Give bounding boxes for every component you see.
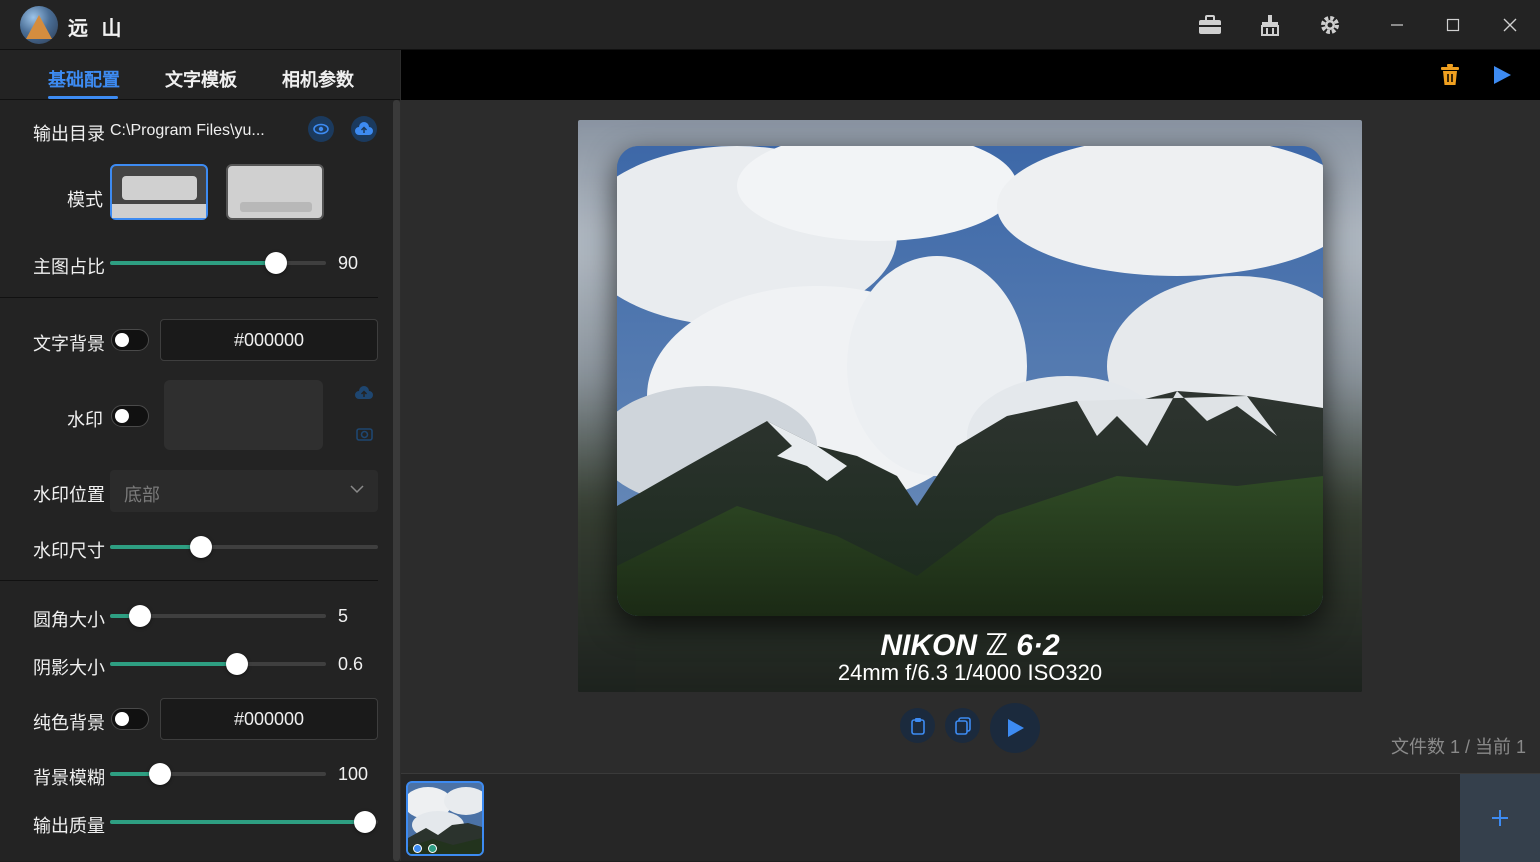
preview-photo [617, 146, 1323, 616]
corner-slider[interactable] [110, 605, 326, 627]
thumbnail-item[interactable] [406, 781, 484, 856]
shadow-label: 阴影大小 [33, 658, 105, 678]
bg-blur-label: 背景模糊 [33, 768, 105, 788]
camera-model-text: NIKON ℤ 6·2 [880, 629, 1060, 662]
watermark-cloud-upload-icon[interactable] [355, 386, 373, 405]
settings-gear-icon[interactable] [1317, 12, 1343, 38]
tab-text-template[interactable]: 文字模板 [165, 66, 237, 92]
eye-icon[interactable] [308, 116, 334, 142]
slider-knob[interactable] [354, 811, 376, 833]
tab-camera-params[interactable]: 相机参数 [282, 66, 354, 92]
shadow-value: 0.6 [338, 654, 364, 674]
watermark-preview: NIKON ℤ 6·2 24mm f/6.3 1/4000 ISO320 [578, 120, 1362, 692]
clipboard-icon [910, 717, 925, 735]
watermark-image-box[interactable] [164, 380, 323, 450]
mode-option-top[interactable] [110, 164, 208, 220]
slider-knob[interactable] [226, 653, 248, 675]
status-dot-blue [413, 844, 422, 853]
copy-icon [954, 716, 971, 735]
watermark-size-slider[interactable] [110, 536, 378, 558]
close-button[interactable] [1495, 10, 1525, 40]
main-ratio-label: 主图占比 [33, 257, 105, 277]
quality-label: 输出质量 [33, 816, 105, 836]
mode-bottom-bar-icon [240, 202, 312, 212]
corner-value: 5 [338, 606, 349, 626]
main-ratio-value: 90 [338, 253, 359, 273]
mode-top-preview-icon [122, 176, 197, 200]
bg-blur-value: 100 [338, 764, 369, 784]
text-bg-color-input[interactable]: #000000 [160, 319, 378, 361]
watermark-camera-icon[interactable] [356, 426, 373, 446]
camera-params-text: 24mm f/6.3 1/4000 ISO320 [837, 660, 1103, 685]
text-bg-toggle[interactable] [111, 329, 149, 351]
corner-label: 圆角大小 [33, 610, 105, 630]
watermark-pos-select[interactable]: 底部 [110, 470, 378, 512]
watermark-pos-value: 底部 [124, 485, 160, 505]
run-play-icon[interactable] [1492, 65, 1512, 90]
chevron-down-icon [350, 485, 364, 494]
status-dot-green [428, 844, 437, 853]
broom-icon[interactable] [1257, 12, 1283, 38]
preview-area: NIKON ℤ 6·2 24mm f/6.3 1/4000 ISO320 文件数… [401, 50, 1540, 773]
add-file-button[interactable] [1460, 774, 1540, 862]
copy-button[interactable] [945, 708, 980, 743]
app-logo-icon [20, 6, 58, 44]
mode-option-bottom[interactable] [226, 164, 324, 220]
settings-sidebar: 基础配置 文字模板 相机参数 输出目录 C:\Program Files\yu.… [0, 50, 401, 861]
sidebar-scrollbar[interactable] [393, 100, 400, 861]
settings-tabs: 基础配置 文字模板 相机参数 [0, 50, 400, 100]
output-dir-label: 输出目录 [33, 124, 105, 144]
play-icon [1008, 719, 1024, 737]
toolbox-icon[interactable] [1197, 12, 1223, 38]
quality-slider[interactable] [110, 811, 378, 833]
output-dir-path[interactable]: C:\Program Files\yu... [110, 122, 265, 140]
cloud-upload-icon[interactable] [351, 116, 377, 142]
file-count-status: 文件数 1 / 当前 1 [1390, 737, 1526, 757]
maximize-button[interactable] [1438, 10, 1468, 40]
main-toolbar [401, 50, 1540, 100]
watermark-toggle[interactable] [111, 405, 149, 427]
plus-icon [1492, 810, 1508, 826]
title-bar: 远 山 [0, 0, 1540, 50]
slider-knob[interactable] [129, 605, 151, 627]
section-divider [0, 297, 378, 298]
slider-knob[interactable] [190, 536, 212, 558]
app-title: 远 山 [68, 18, 126, 40]
active-tab-indicator [48, 96, 118, 99]
slider-knob[interactable] [149, 763, 171, 785]
thumbnail-strip [401, 773, 1540, 862]
section-divider [0, 580, 378, 581]
solid-bg-label: 纯色背景 [33, 713, 105, 733]
watermark-size-label: 水印尺寸 [33, 541, 105, 561]
preview-play-button[interactable] [990, 703, 1040, 753]
watermark-pos-label: 水印位置 [33, 485, 105, 505]
bg-blur-slider[interactable] [110, 763, 326, 785]
shadow-slider[interactable] [110, 653, 326, 675]
main-ratio-slider[interactable] [110, 252, 326, 274]
minimize-button[interactable] [1382, 10, 1412, 40]
trash-icon[interactable] [1440, 64, 1460, 91]
solid-bg-toggle[interactable] [111, 708, 149, 730]
clipboard-button[interactable] [900, 708, 935, 743]
watermark-label: 水印 [67, 410, 103, 430]
slider-knob[interactable] [265, 252, 287, 274]
mode-label: 模式 [67, 190, 103, 210]
mountain-landscape-image [617, 146, 1323, 616]
tab-basic-config[interactable]: 基础配置 [48, 66, 120, 92]
text-bg-label: 文字背景 [33, 334, 105, 354]
mode-top-bar-icon [112, 204, 206, 218]
solid-bg-color-input[interactable]: #000000 [160, 698, 378, 740]
